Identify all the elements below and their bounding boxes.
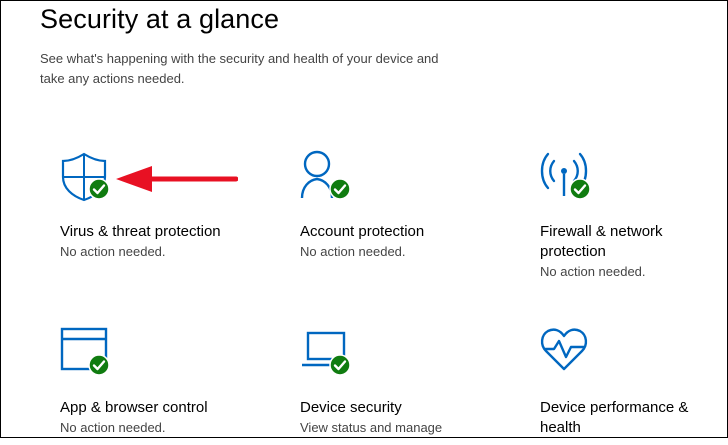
tile-label: Device performance & health (540, 399, 689, 436)
check-badge-icon (88, 354, 110, 376)
page-subtitle: See what's happening with the security a… (40, 51, 439, 86)
page-title: Security at a glance (40, 4, 280, 34)
tile-device-security[interactable]: Device security View status and manage (300, 325, 490, 445)
tile-status: View status and manage (300, 420, 443, 435)
tile-label: Virus & threat protection (60, 223, 221, 240)
tile-status: No action needed. (60, 244, 166, 259)
check-badge-icon (569, 178, 591, 200)
tile-label: App & browser control (60, 399, 208, 416)
tile-label: Account protection (300, 223, 425, 240)
annotation-arrow-icon (116, 166, 238, 192)
tile-device-performance-health[interactable]: Device performance & health (540, 325, 720, 445)
check-badge-icon (88, 178, 110, 200)
tile-account-protection[interactable]: Account protection No action needed. (300, 150, 490, 270)
tile-app-browser-control[interactable]: App & browser control No action needed. (60, 325, 250, 445)
tile-status: No action needed. (540, 264, 646, 279)
check-badge-icon (329, 354, 351, 376)
heart-pulse-icon (540, 328, 588, 371)
tile-label: Firewall & network protection (540, 223, 663, 260)
tile-status: No action needed. (300, 244, 406, 259)
tile-label: Device security (300, 399, 402, 416)
tile-firewall-network-protection[interactable]: Firewall & network protection No action … (540, 150, 720, 290)
check-badge-icon (329, 178, 351, 200)
tile-status: No action needed. (60, 420, 166, 435)
